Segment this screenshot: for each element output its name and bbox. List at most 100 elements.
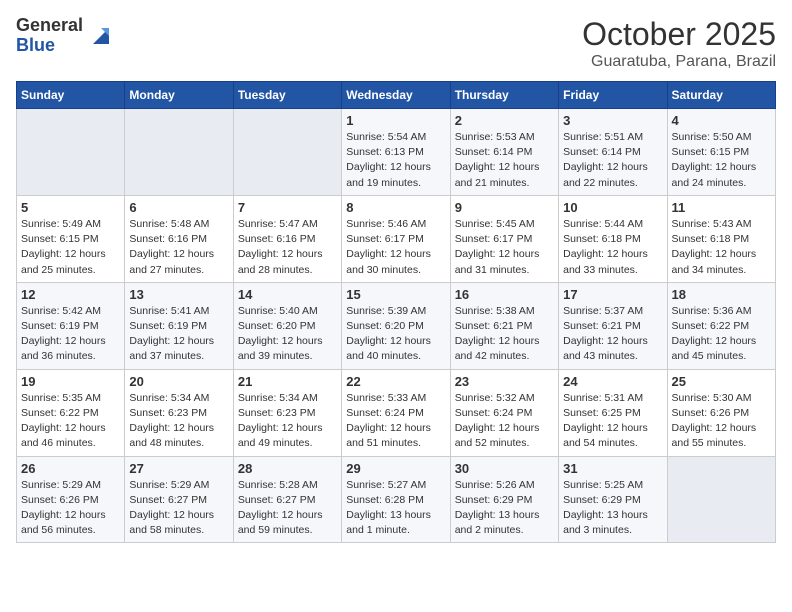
day-info: Sunrise: 5:40 AM Sunset: 6:20 PM Dayligh… bbox=[238, 304, 337, 365]
day-info: Sunrise: 5:42 AM Sunset: 6:19 PM Dayligh… bbox=[21, 304, 120, 365]
day-number: 15 bbox=[346, 287, 445, 302]
day-info: Sunrise: 5:26 AM Sunset: 6:29 PM Dayligh… bbox=[455, 478, 554, 539]
day-info: Sunrise: 5:49 AM Sunset: 6:15 PM Dayligh… bbox=[21, 217, 120, 278]
day-info: Sunrise: 5:34 AM Sunset: 6:23 PM Dayligh… bbox=[238, 391, 337, 452]
day-number: 5 bbox=[21, 200, 120, 215]
day-info: Sunrise: 5:50 AM Sunset: 6:15 PM Dayligh… bbox=[672, 130, 771, 191]
calendar-cell: 11 Sunrise: 5:43 AM Sunset: 6:18 PM Dayli… bbox=[667, 195, 775, 282]
day-number: 7 bbox=[238, 200, 337, 215]
day-info: Sunrise: 5:46 AM Sunset: 6:17 PM Dayligh… bbox=[346, 217, 445, 278]
day-info: Sunrise: 5:28 AM Sunset: 6:27 PM Dayligh… bbox=[238, 478, 337, 539]
day-number: 10 bbox=[563, 200, 662, 215]
day-info: Sunrise: 5:48 AM Sunset: 6:16 PM Dayligh… bbox=[129, 217, 228, 278]
calendar-cell: 3 Sunrise: 5:51 AM Sunset: 6:14 PM Daylig… bbox=[559, 109, 667, 196]
day-number: 3 bbox=[563, 113, 662, 128]
calendar-cell: 9 Sunrise: 5:45 AM Sunset: 6:17 PM Daylig… bbox=[450, 195, 558, 282]
calendar-cell bbox=[667, 456, 775, 543]
day-number: 20 bbox=[129, 374, 228, 389]
page-header: General Blue October 2025 Guaratuba, Par… bbox=[16, 16, 776, 71]
calendar-cell: 16 Sunrise: 5:38 AM Sunset: 6:21 PM Dayli… bbox=[450, 282, 558, 369]
logo-icon bbox=[87, 22, 115, 50]
weekday-header: Thursday bbox=[450, 82, 558, 109]
calendar-cell: 4 Sunrise: 5:50 AM Sunset: 6:15 PM Daylig… bbox=[667, 109, 775, 196]
calendar-cell: 14 Sunrise: 5:40 AM Sunset: 6:20 PM Dayli… bbox=[233, 282, 341, 369]
day-info: Sunrise: 5:37 AM Sunset: 6:21 PM Dayligh… bbox=[563, 304, 662, 365]
calendar-week-row: 26 Sunrise: 5:29 AM Sunset: 6:26 PM Dayli… bbox=[17, 456, 776, 543]
calendar-title: October 2025 bbox=[582, 16, 776, 53]
calendar-subtitle: Guaratuba, Parana, Brazil bbox=[582, 53, 776, 71]
calendar-cell: 21 Sunrise: 5:34 AM Sunset: 6:23 PM Dayli… bbox=[233, 369, 341, 456]
day-number: 30 bbox=[455, 461, 554, 476]
calendar-cell: 10 Sunrise: 5:44 AM Sunset: 6:18 PM Dayli… bbox=[559, 195, 667, 282]
logo: General Blue bbox=[16, 16, 115, 56]
weekday-header-row: SundayMondayTuesdayWednesdayThursdayFrid… bbox=[17, 82, 776, 109]
day-info: Sunrise: 5:44 AM Sunset: 6:18 PM Dayligh… bbox=[563, 217, 662, 278]
calendar-cell: 19Sunrise: 5:35 AM Sunset: 6:22 PM Dayli… bbox=[17, 369, 125, 456]
calendar-cell: 2 Sunrise: 5:53 AM Sunset: 6:14 PM Daylig… bbox=[450, 109, 558, 196]
day-info: Sunrise: 5:38 AM Sunset: 6:21 PM Dayligh… bbox=[455, 304, 554, 365]
day-number: 26 bbox=[21, 461, 120, 476]
logo-blue: Blue bbox=[16, 36, 83, 56]
day-number: 2 bbox=[455, 113, 554, 128]
weekday-header: Monday bbox=[125, 82, 233, 109]
day-info: Sunrise: 5:32 AM Sunset: 6:24 PM Dayligh… bbox=[455, 391, 554, 452]
calendar-cell: 1Sunrise: 5:54 AM Sunset: 6:13 PM Daylig… bbox=[342, 109, 450, 196]
day-info: Sunrise: 5:47 AM Sunset: 6:16 PM Dayligh… bbox=[238, 217, 337, 278]
day-number: 8 bbox=[346, 200, 445, 215]
day-number: 1 bbox=[346, 113, 445, 128]
day-number: 4 bbox=[672, 113, 771, 128]
calendar-cell: 5 Sunrise: 5:49 AM Sunset: 6:15 PM Daylig… bbox=[17, 195, 125, 282]
calendar-cell: 26 Sunrise: 5:29 AM Sunset: 6:26 PM Dayli… bbox=[17, 456, 125, 543]
day-number: 18 bbox=[672, 287, 771, 302]
day-number: 13 bbox=[129, 287, 228, 302]
calendar-table: SundayMondayTuesdayWednesdayThursdayFrid… bbox=[16, 81, 776, 543]
day-number: 27 bbox=[129, 461, 228, 476]
day-info: Sunrise: 5:30 AM Sunset: 6:26 PM Dayligh… bbox=[672, 391, 771, 452]
calendar-cell bbox=[233, 109, 341, 196]
day-number: 12 bbox=[21, 287, 120, 302]
calendar-cell: 28 Sunrise: 5:28 AM Sunset: 6:27 PM Dayli… bbox=[233, 456, 341, 543]
calendar-cell: 15Sunrise: 5:39 AM Sunset: 6:20 PM Dayli… bbox=[342, 282, 450, 369]
day-number: 11 bbox=[672, 200, 771, 215]
calendar-cell: 31Sunrise: 5:25 AM Sunset: 6:29 PM Dayli… bbox=[559, 456, 667, 543]
day-info: Sunrise: 5:53 AM Sunset: 6:14 PM Dayligh… bbox=[455, 130, 554, 191]
calendar-cell: 13 Sunrise: 5:41 AM Sunset: 6:19 PM Dayli… bbox=[125, 282, 233, 369]
weekday-header: Saturday bbox=[667, 82, 775, 109]
day-info: Sunrise: 5:29 AM Sunset: 6:26 PM Dayligh… bbox=[21, 478, 120, 539]
day-number: 16 bbox=[455, 287, 554, 302]
day-number: 14 bbox=[238, 287, 337, 302]
day-info: Sunrise: 5:33 AM Sunset: 6:24 PM Dayligh… bbox=[346, 391, 445, 452]
calendar-cell: 24Sunrise: 5:31 AM Sunset: 6:25 PM Dayli… bbox=[559, 369, 667, 456]
day-number: 21 bbox=[238, 374, 337, 389]
day-number: 17 bbox=[563, 287, 662, 302]
weekday-header: Wednesday bbox=[342, 82, 450, 109]
calendar-cell: 8 Sunrise: 5:46 AM Sunset: 6:17 PM Daylig… bbox=[342, 195, 450, 282]
day-info: Sunrise: 5:41 AM Sunset: 6:19 PM Dayligh… bbox=[129, 304, 228, 365]
day-info: Sunrise: 5:25 AM Sunset: 6:29 PM Dayligh… bbox=[563, 478, 662, 539]
calendar-cell: 7 Sunrise: 5:47 AM Sunset: 6:16 PM Daylig… bbox=[233, 195, 341, 282]
calendar-week-row: 12 Sunrise: 5:42 AM Sunset: 6:19 PM Dayli… bbox=[17, 282, 776, 369]
calendar-cell: 30 Sunrise: 5:26 AM Sunset: 6:29 PM Dayli… bbox=[450, 456, 558, 543]
day-number: 9 bbox=[455, 200, 554, 215]
day-info: Sunrise: 5:43 AM Sunset: 6:18 PM Dayligh… bbox=[672, 217, 771, 278]
calendar-cell: 12 Sunrise: 5:42 AM Sunset: 6:19 PM Dayli… bbox=[17, 282, 125, 369]
day-number: 6 bbox=[129, 200, 228, 215]
weekday-header: Friday bbox=[559, 82, 667, 109]
day-number: 28 bbox=[238, 461, 337, 476]
calendar-week-row: 19Sunrise: 5:35 AM Sunset: 6:22 PM Dayli… bbox=[17, 369, 776, 456]
day-info: Sunrise: 5:31 AM Sunset: 6:25 PM Dayligh… bbox=[563, 391, 662, 452]
day-info: Sunrise: 5:45 AM Sunset: 6:17 PM Dayligh… bbox=[455, 217, 554, 278]
day-info: Sunrise: 5:51 AM Sunset: 6:14 PM Dayligh… bbox=[563, 130, 662, 191]
weekday-header: Sunday bbox=[17, 82, 125, 109]
day-info: Sunrise: 5:34 AM Sunset: 6:23 PM Dayligh… bbox=[129, 391, 228, 452]
day-info: Sunrise: 5:29 AM Sunset: 6:27 PM Dayligh… bbox=[129, 478, 228, 539]
day-info: Sunrise: 5:36 AM Sunset: 6:22 PM Dayligh… bbox=[672, 304, 771, 365]
calendar-cell: 18 Sunrise: 5:36 AM Sunset: 6:22 PM Dayli… bbox=[667, 282, 775, 369]
calendar-week-row: 1Sunrise: 5:54 AM Sunset: 6:13 PM Daylig… bbox=[17, 109, 776, 196]
calendar-cell: 22Sunrise: 5:33 AM Sunset: 6:24 PM Dayli… bbox=[342, 369, 450, 456]
calendar-cell: 23Sunrise: 5:32 AM Sunset: 6:24 PM Dayli… bbox=[450, 369, 558, 456]
weekday-header: Tuesday bbox=[233, 82, 341, 109]
day-info: Sunrise: 5:27 AM Sunset: 6:28 PM Dayligh… bbox=[346, 478, 445, 539]
calendar-cell: 27 Sunrise: 5:29 AM Sunset: 6:27 PM Dayli… bbox=[125, 456, 233, 543]
calendar-cell: 25Sunrise: 5:30 AM Sunset: 6:26 PM Dayli… bbox=[667, 369, 775, 456]
